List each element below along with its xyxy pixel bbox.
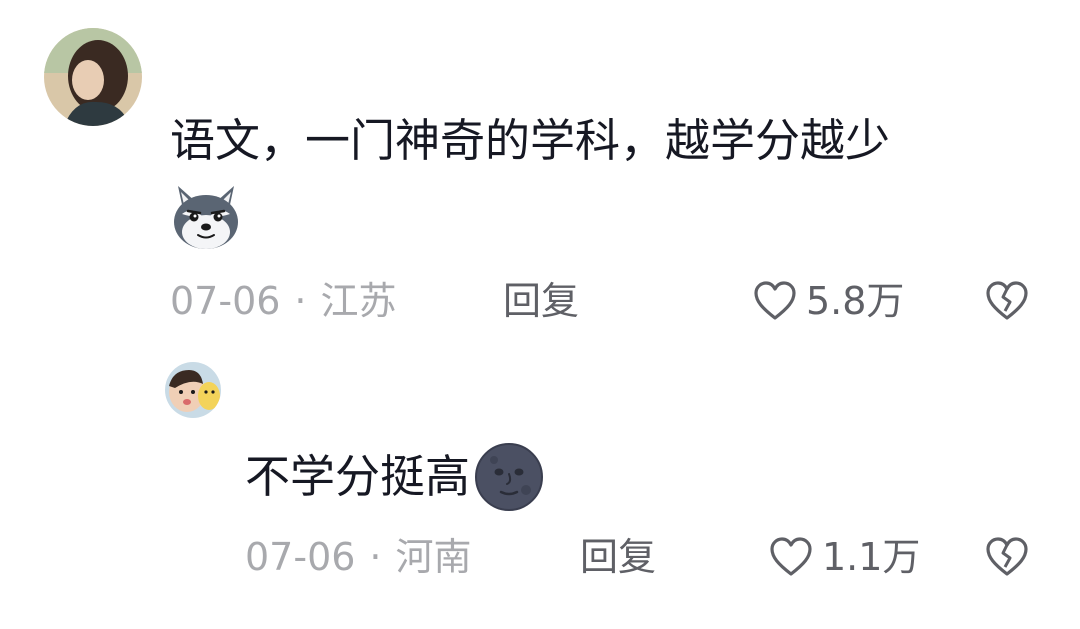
reply-button[interactable]: 回复 — [503, 278, 579, 324]
comment-text: 语文，一门神奇的学科，越学分越少 — [170, 114, 891, 167]
reply-comment-text: 不学分挺高 — [245, 442, 544, 512]
new-moon-face-emoji — [474, 442, 544, 512]
broken-heart-icon — [984, 536, 1030, 578]
reply-like-button[interactable]: 1.1万 — [768, 534, 920, 580]
dislike-broken-heart-button[interactable] — [984, 280, 1030, 322]
reply-like-count: 1.1万 — [822, 535, 921, 579]
heart-outline-icon — [768, 536, 814, 578]
heart-outline-icon — [752, 280, 798, 322]
reply-commenter-avatar[interactable] — [165, 362, 221, 418]
comment-location: 江苏 — [320, 279, 397, 323]
reply-location: 河南 — [395, 535, 472, 579]
broken-heart-icon — [984, 280, 1030, 322]
commenter-avatar[interactable] — [44, 28, 142, 126]
like-count: 5.8万 — [806, 279, 905, 323]
like-button[interactable]: 5.8万 — [752, 278, 904, 324]
reply-dislike-broken-heart-button[interactable] — [984, 536, 1030, 578]
meta-separator: · — [369, 535, 382, 579]
reply-button[interactable]: 回复 — [580, 534, 656, 580]
comment-date: 07-06 — [170, 279, 281, 323]
reply-comment-meta: 07-06 · 河南 — [245, 534, 472, 580]
meta-separator: · — [294, 279, 307, 323]
reply-text: 不学分挺高 — [245, 450, 471, 503]
reply-date: 07-06 — [245, 535, 356, 579]
comment-meta: 07-06 · 江苏 — [170, 278, 397, 324]
husky-dog-emoji — [170, 180, 242, 252]
